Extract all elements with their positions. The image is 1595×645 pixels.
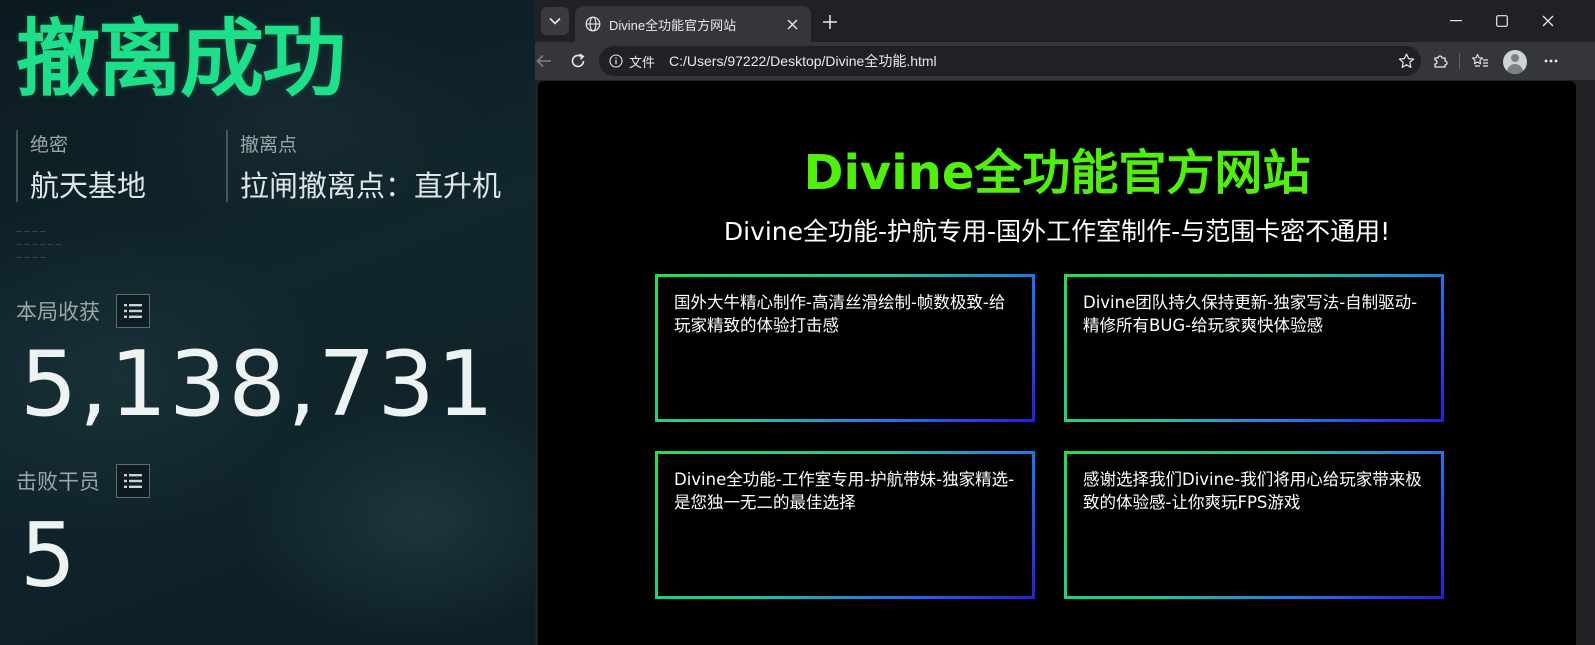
- reload-button[interactable]: [565, 48, 591, 74]
- feature-card-body: Divine团队持久保持更新-独家写法-自制驱动-精修所有BUG-给玩家爽快体验…: [1067, 277, 1441, 419]
- address-bar[interactable]: 文件 C:/Users/97222/Desktop/Divine全功能.html: [599, 46, 1421, 76]
- minimize-icon: [1450, 20, 1462, 22]
- back-button[interactable]: [531, 48, 557, 74]
- extract-point-block: 撤离点 拉闸撤离点：直升机: [226, 130, 502, 203]
- feature-card-text: Divine全功能-工作室专用-护航带妹-独家精选-是您独一无二的最佳选择: [674, 470, 1015, 512]
- profile-icon: [1511, 54, 1519, 62]
- list-icon: [124, 474, 142, 488]
- maximize-icon: [1496, 15, 1508, 27]
- feature-card-text: Divine团队持久保持更新-独家写法-自制驱动-精修所有BUG-给玩家爽快体验…: [1083, 293, 1418, 335]
- game-result-panel: 撤离成功 绝密 航天基地 撤离点 拉闸撤离点：直升机 — — — — — — —…: [0, 0, 535, 645]
- kills-label-row: 击败干员: [16, 464, 150, 498]
- loot-label: 本局收获: [16, 300, 100, 324]
- loot-value: 5,138,731: [20, 332, 497, 437]
- tiny-text-line: — — — —: [16, 228, 46, 235]
- page-viewport: Divine全功能官方网站 Divine全功能-护航专用-国外工作室制作-与范围…: [538, 81, 1576, 645]
- feature-card: 国外大牛精心制作-高清丝滑绘制-帧数极致-给玩家精致的体验打击感: [655, 274, 1035, 422]
- window-close-button[interactable]: [1533, 8, 1563, 34]
- difficulty-label: 绝密: [30, 134, 69, 156]
- more-icon: [1544, 59, 1558, 63]
- url-scheme-chip[interactable]: 文件: [629, 52, 655, 71]
- extensions-icon: [1434, 55, 1448, 68]
- tab-close-button[interactable]: [783, 15, 801, 33]
- url-text[interactable]: C:/Users/97222/Desktop/Divine全功能.html: [669, 51, 1393, 71]
- page-title: Divine全功能官方网站: [803, 145, 1311, 201]
- globe-icon: [585, 16, 601, 32]
- feature-card-text: 感谢选择我们Divine-我们将用心给玩家带来极致的体验感-让你爽玩FPS游戏: [1083, 470, 1422, 512]
- feature-card-body: 感谢选择我们Divine-我们将用心给玩家带来极致的体验感-让你爽玩FPS游戏: [1067, 454, 1441, 596]
- browser-window: Divine全功能官方网站 文件 C:/Users/97222/Desktop/…: [535, 0, 1595, 645]
- back-icon: [536, 54, 551, 68]
- kills-value: 5: [20, 504, 78, 607]
- extract-success-headline: 撤离成功: [16, 10, 346, 108]
- toolbar: 文件 C:/Users/97222/Desktop/Divine全功能.html: [535, 42, 1595, 80]
- new-tab-button[interactable]: [818, 10, 842, 34]
- tab-list-icon: [549, 17, 561, 25]
- close-icon: [1542, 15, 1554, 27]
- feature-card-text: 国外大牛精心制作-高清丝滑绘制-帧数极致-给玩家精致的体验打击感: [674, 293, 1006, 335]
- maximize-button[interactable]: [1487, 8, 1517, 34]
- feature-card: Divine团队持久保持更新-独家写法-自制驱动-精修所有BUG-给玩家爽快体验…: [1064, 274, 1444, 422]
- loot-label-row: 本局收获: [16, 294, 150, 328]
- difficulty-block: 绝密 航天基地: [16, 130, 147, 203]
- kills-label: 击败干员: [16, 470, 100, 494]
- extract-point-label: 撤离点: [240, 134, 298, 156]
- star-icon: [1398, 53, 1414, 68]
- minimize-button[interactable]: [1441, 8, 1471, 34]
- extensions-button[interactable]: [1427, 48, 1453, 74]
- tab-title: Divine全功能官方网站: [609, 17, 737, 33]
- profile-icon-body: [1507, 64, 1523, 74]
- loot-list-button[interactable]: [116, 294, 150, 328]
- page-subtitle: Divine全功能-护航专用-国外工作室制作-与范围卡密不通用!: [723, 217, 1391, 246]
- list-icon: [124, 304, 142, 318]
- active-tab[interactable]: Divine全功能官方网站: [575, 6, 811, 42]
- tiny-text-line: — — — — — —: [16, 241, 62, 248]
- extract-point-value: 拉闸撤离点：直升机: [240, 169, 502, 203]
- feature-card-body: 国外大牛精心制作-高清丝滑绘制-帧数极致-给玩家精致的体验打击感: [658, 277, 1032, 419]
- more-menu-button[interactable]: [1538, 48, 1564, 74]
- kills-list-button[interactable]: [116, 464, 150, 498]
- tab-list-button[interactable]: [541, 7, 569, 35]
- difficulty-value: 航天基地: [30, 169, 147, 203]
- tab-bar: Divine全功能官方网站: [535, 0, 1595, 42]
- info-icon[interactable]: [609, 54, 623, 68]
- feature-card-body: Divine全功能-工作室专用-护航带妹-独家精选-是您独一无二的最佳选择: [658, 454, 1032, 596]
- favorites-button[interactable]: [1467, 48, 1493, 74]
- reload-icon: [571, 53, 585, 68]
- favorite-button[interactable]: [1393, 48, 1419, 74]
- plus-icon: [823, 15, 837, 29]
- feature-card: Divine全功能-工作室专用-护航带妹-独家精选-是您独一无二的最佳选择: [655, 451, 1035, 599]
- favorites-icon: [1471, 53, 1488, 67]
- feature-card: 感谢选择我们Divine-我们将用心给玩家带来极致的体验感-让你爽玩FPS游戏: [1064, 451, 1444, 599]
- close-icon: [787, 19, 797, 29]
- toolbar-divider: [1459, 53, 1460, 69]
- tiny-text-line: — — — —: [16, 254, 46, 261]
- profile-avatar[interactable]: [1503, 50, 1527, 74]
